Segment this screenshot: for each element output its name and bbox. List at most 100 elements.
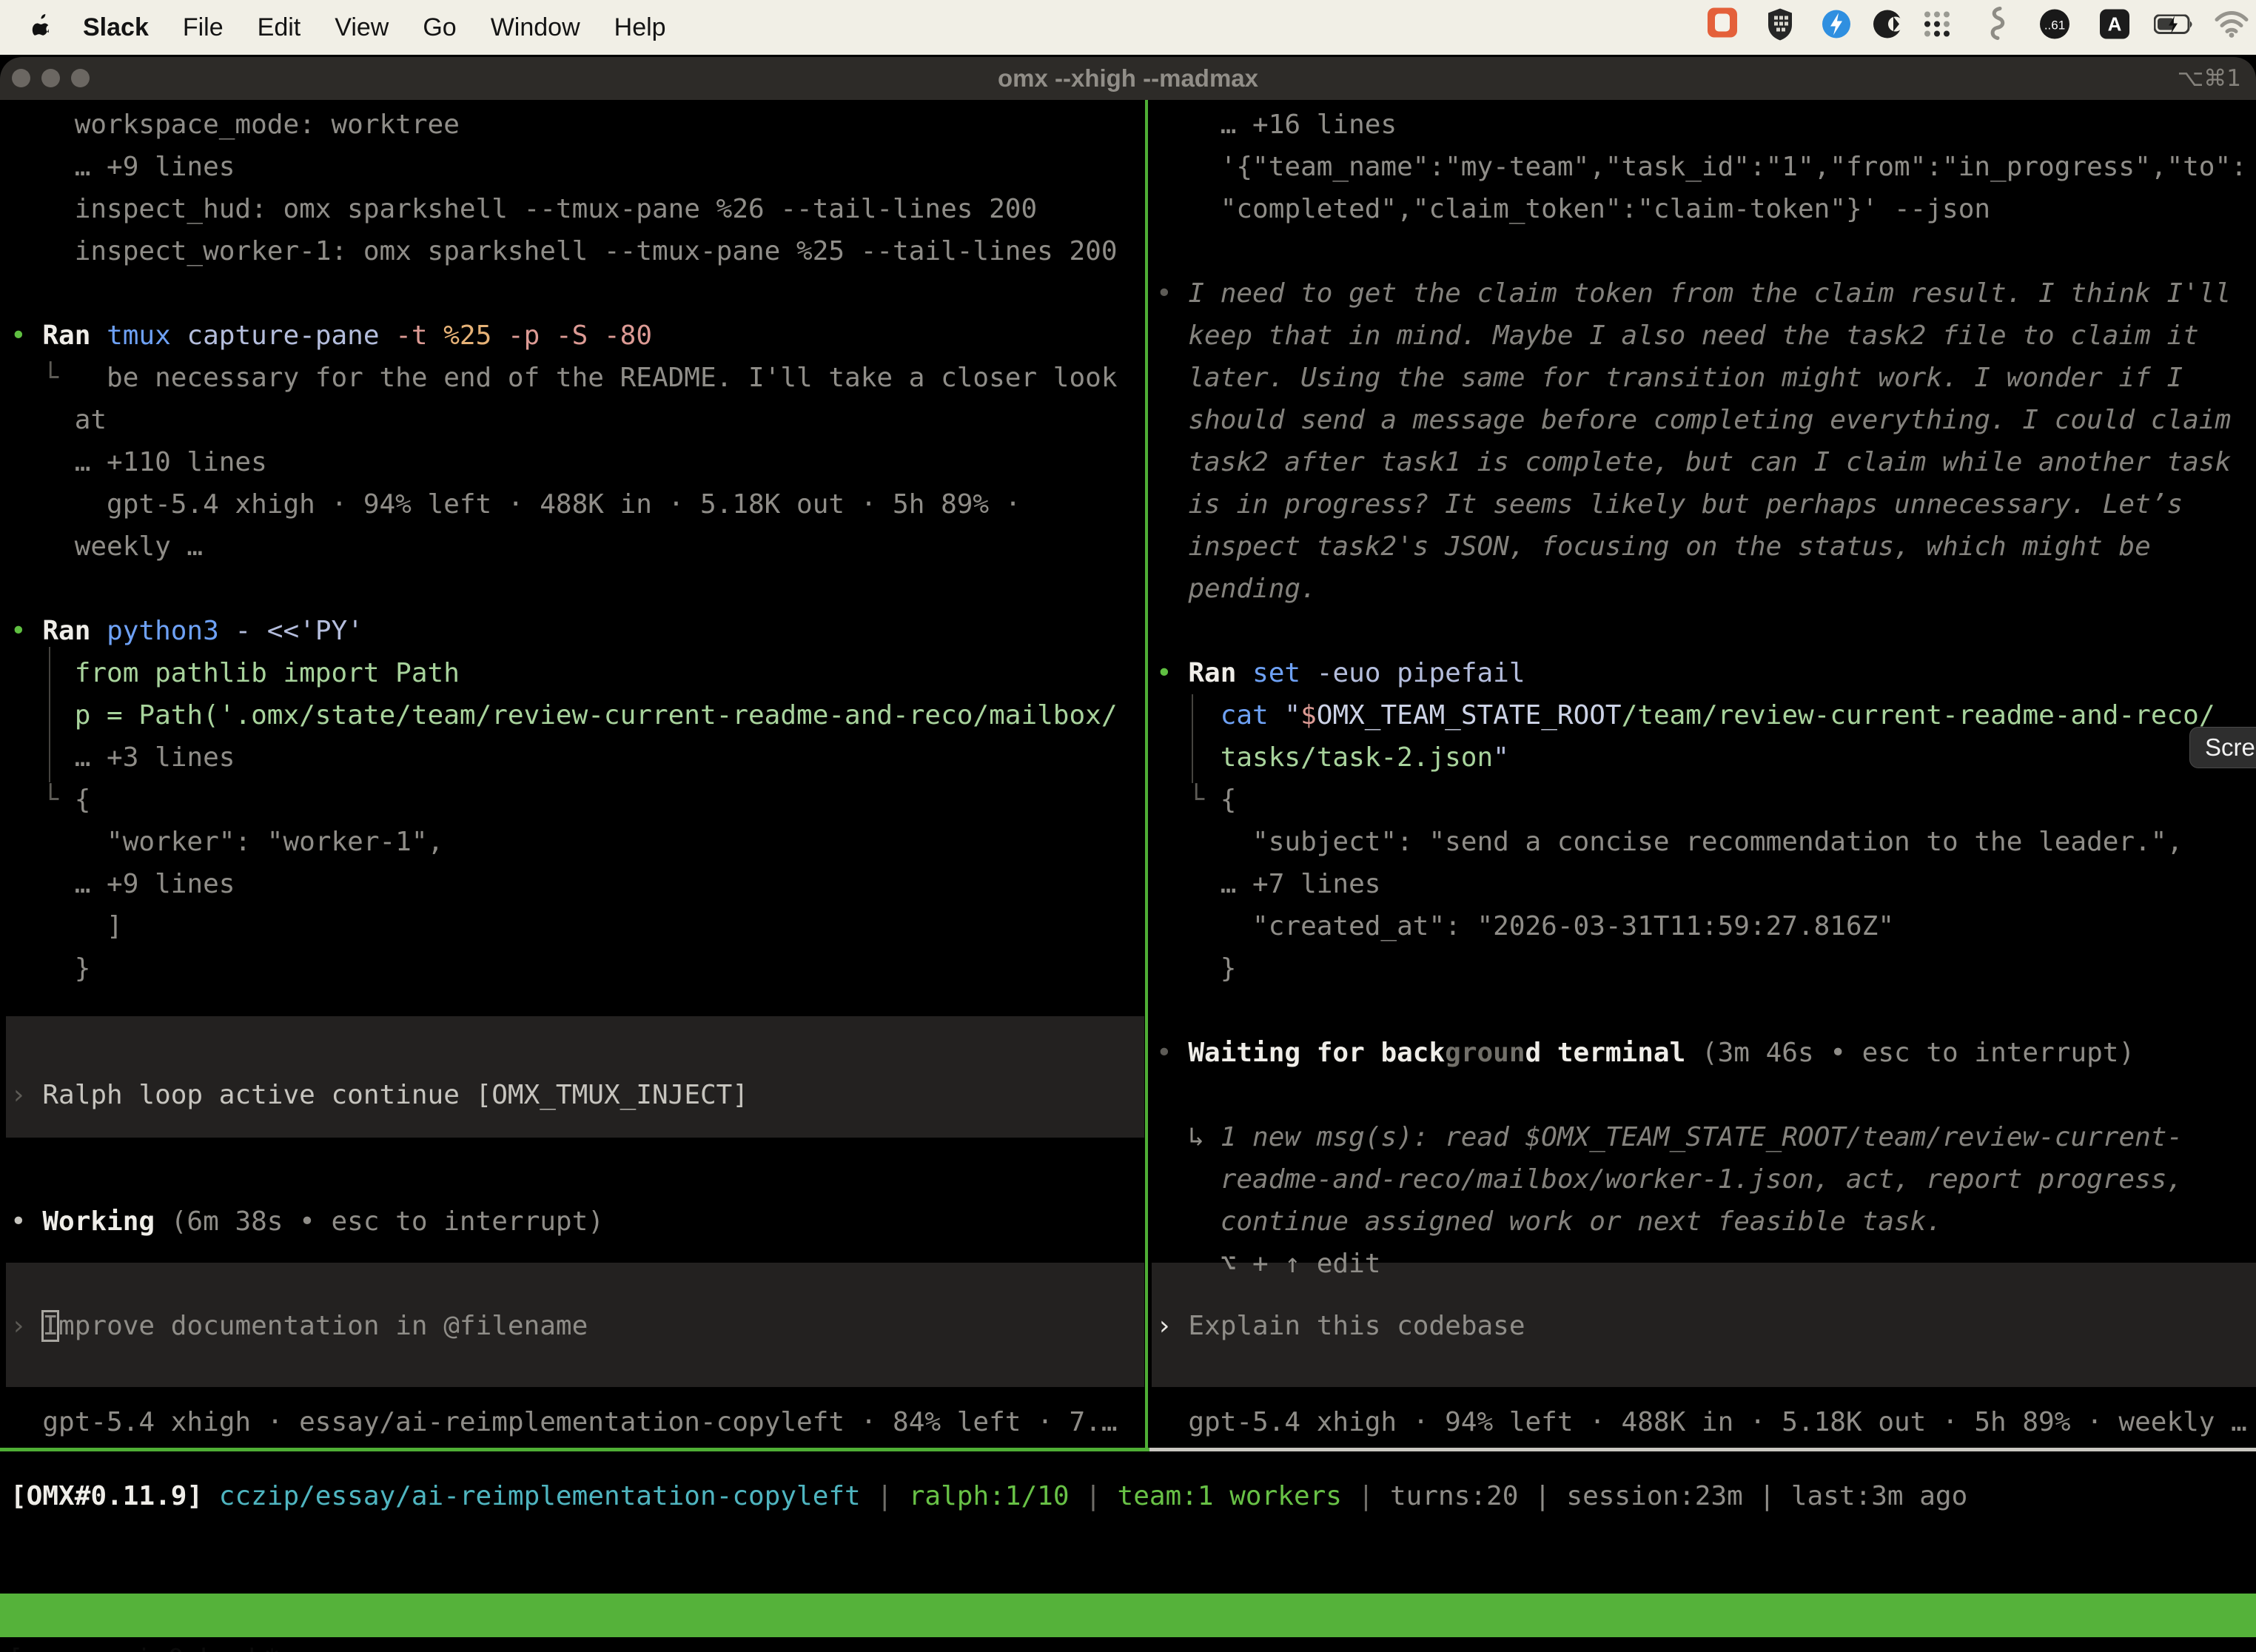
terminal-line: cat "$OMX_TEAM_STATE_ROOT/team/review-cu… (1156, 694, 2256, 736)
omx-status-line: [OMX#0.11.9] cczip/essay/ai-reimplementa… (10, 1475, 1967, 1517)
terminal-line: inspect_hud: omx sparkshell --tmux-pane … (10, 188, 1143, 230)
terminal-line: └ { (1156, 779, 2256, 821)
text-segment: gpt-5.4 xhigh · 94% left · 488K in · 5.1… (10, 489, 1021, 520)
dots-grid-icon[interactable] (1921, 9, 1953, 47)
terminal-line: workspace_mode: worktree (10, 104, 1143, 146)
terminal-line: • I need to get the claim token from the… (1156, 272, 2256, 315)
apple-menu-icon[interactable] (31, 14, 53, 41)
text-segment: /team/review-current-readme-and-reco/ (1622, 700, 2215, 731)
terminal-line: inspect task2's JSON, focusing on the st… (1156, 526, 2256, 568)
right-prompt-input[interactable]: › Explain this codebase (1156, 1305, 1525, 1347)
text-segment: team:1 workers (1118, 1481, 1342, 1511)
text-segment: tasks/task-2.json (1221, 742, 1493, 773)
text-segment: • (1156, 1038, 1188, 1068)
orange-chat-icon[interactable] (1706, 7, 1739, 49)
terminal-line: } (10, 947, 1143, 990)
terminal-line: └ { (10, 779, 1143, 821)
menu-item-window[interactable]: Window (491, 13, 580, 42)
menu-item-file[interactable]: File (183, 13, 224, 42)
text-segment: -p -S -80 (508, 320, 652, 351)
pane-border-bottom-right (1149, 1448, 2256, 1451)
text-segment: python3 (107, 616, 235, 646)
text-segment: cat (1221, 700, 1285, 731)
text-segment: weekly … (10, 531, 203, 562)
menu-item-slack[interactable]: Slack (83, 13, 149, 42)
text-segment: -euo pipefail (1317, 658, 1525, 688)
terminal-line: ⌥ + ↑ edit (1156, 1243, 2256, 1285)
terminal-line (10, 1116, 1143, 1158)
left-prompt-input[interactable]: › Improve documentation in @filename (10, 1305, 588, 1347)
terminal-line: pending. (1156, 568, 2256, 610)
text-segment: $ (1300, 700, 1317, 731)
text-segment: | (1070, 1481, 1118, 1511)
terminal-line: is in progress? It seems likely but perh… (1156, 483, 2256, 526)
text-segment: ↳ (1156, 1122, 1221, 1152)
text-segment: workspace_mode: worktree (10, 110, 460, 140)
text-segment (1156, 742, 1221, 773)
terminal-line: "completed","claim_token":"claim-token"}… (1156, 188, 2256, 230)
text-segment: d terminal (1525, 1038, 1702, 1068)
crescent-icon[interactable] (1871, 8, 1904, 47)
terminal-line: continue assigned work or next feasible … (1156, 1201, 2256, 1243)
pane-divider-vertical[interactable] (1145, 100, 1148, 1449)
text-segment: { (1221, 785, 1237, 815)
text-segment: - <<'PY' (235, 616, 363, 646)
pane-border-bottom-left (0, 1448, 1149, 1451)
text-segment: ralph:1/10 (909, 1481, 1070, 1511)
terminal-line (10, 1158, 1143, 1201)
menu-item-go[interactable]: Go (423, 13, 456, 42)
terminal-line: p = Path('.omx/state/team/review-current… (10, 694, 1143, 736)
wifi-icon[interactable] (2214, 10, 2249, 45)
terminal-line: inspect_worker-1: omx sparkshell --tmux-… (10, 230, 1143, 272)
input-source-icon[interactable]: A (2099, 9, 2130, 47)
window-shortcut-badge: ⌥⌘1 (2178, 57, 2241, 100)
text-segment: I (42, 1311, 58, 1341)
left-terminal-pane[interactable]: workspace_mode: worktree … +9 lines insp… (10, 104, 1143, 1243)
terminal-line: ↳ 1 new msg(s): read $OMX_TEAM_STATE_ROO… (1156, 1116, 2256, 1158)
text-segment: OMX_TEAM_STATE_ROOT (1317, 700, 1622, 731)
text-segment: } (1156, 953, 1236, 984)
terminal-line: task2 after task1 is complete, but can I… (1156, 441, 2256, 483)
text-segment: Ran (42, 616, 107, 646)
text-segment (1156, 700, 1221, 731)
menu-item-edit[interactable]: Edit (258, 13, 301, 42)
text-segment: mprove documentation in @filename (58, 1311, 588, 1341)
text-segment: … +3 lines (10, 742, 235, 773)
text-segment: ] (10, 911, 123, 941)
terminal-line: ] (10, 905, 1143, 947)
text-segment: set (1252, 658, 1317, 688)
text-segment: at (10, 405, 107, 435)
terminal-line: weekly … (10, 526, 1143, 568)
text-segment: "completed","claim_token":"claim-token"}… (1156, 194, 1990, 224)
blue-bolt-badge-icon[interactable] (1820, 8, 1853, 47)
screen-recording-tooltip: Scre (2189, 727, 2256, 768)
window-title-bar[interactable]: omx --xhigh --madmax ⌥⌘1 (0, 57, 2256, 100)
terminal-line: from pathlib import Path (10, 652, 1143, 694)
text-segment: "worker": "worker-1", (10, 827, 443, 857)
menu-item-help[interactable]: Help (614, 13, 666, 42)
circle-badge-icon[interactable]: ..61 (2038, 8, 2072, 47)
terminal-line: … +9 lines (10, 146, 1143, 188)
terminal-line: … +110 lines (10, 441, 1143, 483)
text-segment: inspect task2's JSON, focusing on the st… (1156, 531, 2151, 562)
terminal-line (10, 568, 1143, 610)
text-segment: (3m 46s • esc to interrupt) (1702, 1038, 2135, 1068)
text-segment: … +9 lines (10, 869, 235, 899)
text-segment: › (10, 1311, 42, 1341)
right-terminal-pane[interactable]: … +16 lines '{"team_name":"my-team","tas… (1156, 104, 2256, 1285)
text-segment: "created_at": "2026-03-31T11:59:27.816Z" (1156, 911, 1894, 941)
text-segment: keep that in mind. Maybe I also need the… (1156, 320, 2199, 351)
text-segment: pending. (1156, 574, 1317, 604)
terminal-line: • Ran python3 - <<'PY' (10, 610, 1143, 652)
shield-grid-icon[interactable] (1765, 7, 1795, 48)
text-segment: … +9 lines (10, 152, 235, 182)
text-segment: inspect_hud: omx sparkshell --tmux-pane … (10, 194, 1037, 224)
battery-icon[interactable] (2154, 13, 2195, 42)
text-segment: • (10, 1206, 42, 1237)
text-segment: p = Path('.omx/state/team/review-current… (10, 700, 1118, 731)
tmux-session-label[interactable]: [omx-cczip0:bash* (7, 1637, 280, 1652)
menu-item-view[interactable]: View (335, 13, 389, 42)
text-segment: (6m 38s • esc to interrupt) (171, 1206, 604, 1237)
text-segment: └ (1156, 785, 1221, 815)
hook-squiggle-icon[interactable] (1985, 6, 2007, 50)
